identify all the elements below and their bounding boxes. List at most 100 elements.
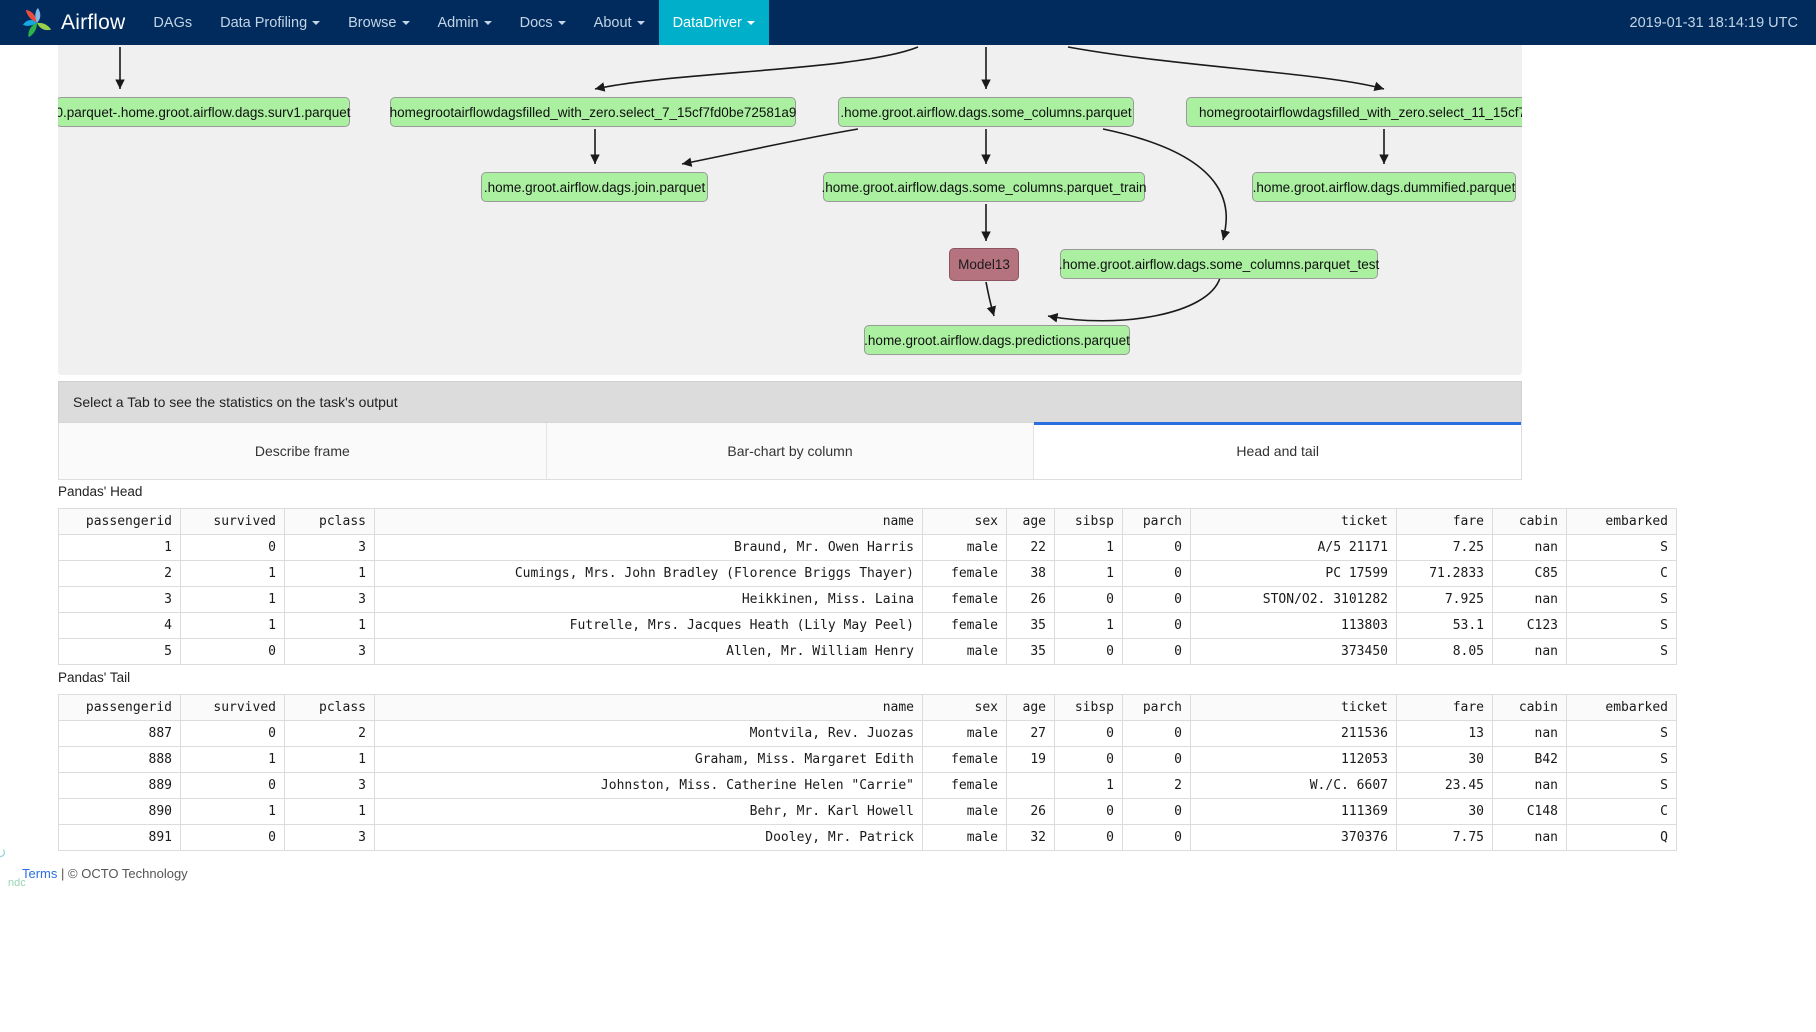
cell-parch: 0: [1122, 746, 1191, 773]
cell-ticket: A/5 21171: [1190, 534, 1397, 561]
chevron-down-icon: [636, 20, 645, 25]
dag-graph-region: 0.parquet-.home.groot.airflow.dags.surv1…: [0, 45, 1816, 383]
column-header-pclass: pclass: [284, 508, 375, 535]
nav-item-datadriver-label: DataDriver: [672, 14, 742, 31]
column-header-parch: parch: [1122, 508, 1191, 535]
column-header-fare: fare: [1396, 508, 1493, 535]
nav-item-about[interactable]: About: [580, 0, 659, 45]
statistics-tabs: Describe frame Bar-chart by column Head …: [58, 422, 1522, 480]
cell-passengerid: 3: [58, 586, 181, 613]
column-header-sibsp: sibsp: [1054, 694, 1123, 721]
cell-sex: female: [922, 612, 1007, 639]
column-header-fare: fare: [1396, 694, 1493, 721]
pandas-head-title: Pandas' Head: [58, 484, 143, 499]
terms-link[interactable]: Terms: [22, 866, 57, 881]
dag-node-label: .home.groot.airflow.dags.dummified.parqu…: [1252, 179, 1516, 195]
cell-pclass: 3: [284, 824, 375, 851]
tab-head-and-tail[interactable]: Head and tail: [1034, 422, 1522, 479]
dag-node-select-7[interactable]: homegrootairflowdagsfilled_with_zero.sel…: [390, 97, 796, 127]
nav-item-datadriver[interactable]: DataDriver: [658, 0, 769, 45]
dag-node-model13[interactable]: Model13: [949, 248, 1019, 281]
footer-separator: |: [61, 866, 65, 881]
dag-node-predictions-parquet[interactable]: .home.groot.airflow.dags.predictions.par…: [864, 325, 1130, 355]
column-header-survived: survived: [180, 508, 285, 535]
statistics-panel: Select a Tab to see the statistics on th…: [58, 381, 1522, 480]
column-header-ticket: ticket: [1190, 694, 1397, 721]
cell-pclass: 1: [284, 612, 375, 639]
tab-bar-chart-by-column[interactable]: Bar-chart by column: [546, 423, 1035, 479]
table-row: 5 0 3 Allen, Mr. William Henry male 35 0…: [58, 638, 1677, 665]
copyright-text: © OCTO Technology: [68, 866, 188, 881]
cell-sibsp: 1: [1054, 612, 1123, 639]
cell-sibsp: 1: [1054, 772, 1123, 799]
cell-survived: 1: [180, 798, 285, 825]
nav-item-dags[interactable]: DAGs: [139, 0, 206, 45]
dag-edges: [115, 46, 1389, 323]
brand-title: Airflow: [61, 10, 126, 34]
cell-sex: female: [922, 586, 1007, 613]
nav-item-docs-label: Docs: [519, 14, 553, 31]
cell-passengerid: 5: [58, 638, 181, 665]
cell-parch: 0: [1122, 824, 1191, 851]
cell-sibsp: 0: [1054, 638, 1123, 665]
cell-survived: 0: [180, 638, 285, 665]
cell-sex: male: [922, 720, 1007, 747]
nav-item-about-label: About: [593, 14, 632, 31]
cell-embarked: S: [1566, 612, 1677, 639]
cell-passengerid: 887: [58, 720, 181, 747]
nav-item-browse-label: Browse: [348, 14, 397, 31]
utc-clock: 2019-01-31 18:14:19 UTC: [1629, 14, 1798, 31]
dag-node-some-columns-parquet-train[interactable]: .home.groot.airflow.dags.some_columns.pa…: [821, 172, 1147, 202]
cell-parch: 0: [1122, 798, 1191, 825]
dag-node-select-11[interactable]: homegrootairflowdagsfilled_with_zero.sel…: [1186, 97, 1522, 127]
cell-sibsp: 0: [1054, 746, 1123, 773]
cell-name: Johnston, Miss. Catherine Helen "Carrie": [374, 772, 923, 799]
dag-node-label: .home.groot.airflow.dags.some_columns.pa…: [821, 179, 1147, 195]
dag-node-some-columns-parquet[interactable]: .home.groot.airflow.dags.some_columns.pa…: [838, 97, 1134, 127]
cell-survived: 0: [180, 534, 285, 561]
pandas-tail-table: passengerid survived pclass name sex age…: [58, 694, 1677, 851]
table-row: 891 0 3 Dooley, Mr. Patrick male 32 0 0 …: [58, 824, 1677, 851]
table-row: 3 1 3 Heikkinen, Miss. Laina female 26 0…: [58, 586, 1677, 613]
table-row: 4 1 1 Futrelle, Mrs. Jacques Heath (Lily…: [58, 612, 1677, 639]
tab-label: Describe frame: [254, 443, 350, 459]
table-row: 1 0 3 Braund, Mr. Owen Harris male 22 1 …: [58, 534, 1677, 561]
cell-sex: male: [922, 798, 1007, 825]
cell-fare: 13: [1396, 720, 1493, 747]
cell-survived: 0: [180, 720, 285, 747]
cell-cabin: nan: [1492, 534, 1567, 561]
cell-embarked: S: [1566, 772, 1677, 799]
cell-pclass: 2: [284, 720, 375, 747]
column-header-name: name: [374, 694, 923, 721]
cell-cabin: C85: [1492, 560, 1567, 587]
cell-fare: 30: [1396, 798, 1493, 825]
column-header-cabin: cabin: [1492, 694, 1567, 721]
dag-node-surv1-parquet[interactable]: 0.parquet-.home.groot.airflow.dags.surv1…: [58, 97, 350, 127]
nav-item-docs[interactable]: Docs: [506, 0, 580, 45]
brand-home-link[interactable]: Airflow: [0, 0, 139, 45]
dag-node-join-parquet[interactable]: .home.groot.airflow.dags.join.parquet: [481, 172, 708, 202]
cell-embarked: S: [1566, 586, 1677, 613]
cell-cabin: B42: [1492, 746, 1567, 773]
nav-item-browse[interactable]: Browse: [334, 0, 423, 45]
cell-parch: 0: [1122, 612, 1191, 639]
dag-node-label: .home.groot.airflow.dags.some_columns.pa…: [1058, 256, 1380, 272]
cell-cabin: C148: [1492, 798, 1567, 825]
cell-cabin: nan: [1492, 772, 1567, 799]
tab-describe-frame[interactable]: Describe frame: [59, 423, 547, 479]
dag-node-some-columns-parquet-test[interactable]: .home.groot.airflow.dags.some_columns.pa…: [1058, 249, 1380, 279]
nav-item-admin[interactable]: Admin: [424, 0, 506, 45]
cell-ticket: W./C. 6607: [1190, 772, 1397, 799]
cell-sibsp: 0: [1054, 720, 1123, 747]
dag-graph-panel[interactable]: 0.parquet-.home.groot.airflow.dags.surv1…: [58, 45, 1522, 375]
cell-survived: 1: [180, 586, 285, 613]
chevron-down-icon: [401, 20, 410, 25]
cell-fare: 8.05: [1396, 638, 1493, 665]
cell-sex: male: [922, 824, 1007, 851]
nav-item-data-profiling[interactable]: Data Profiling: [206, 0, 334, 45]
dag-node-dummified-parquet[interactable]: .home.groot.airflow.dags.dummified.parqu…: [1252, 172, 1516, 202]
cell-age: 27: [1006, 720, 1055, 747]
nav-item-data-profiling-label: Data Profiling: [220, 14, 308, 31]
column-header-age: age: [1006, 508, 1055, 535]
column-header-ticket: ticket: [1190, 508, 1397, 535]
